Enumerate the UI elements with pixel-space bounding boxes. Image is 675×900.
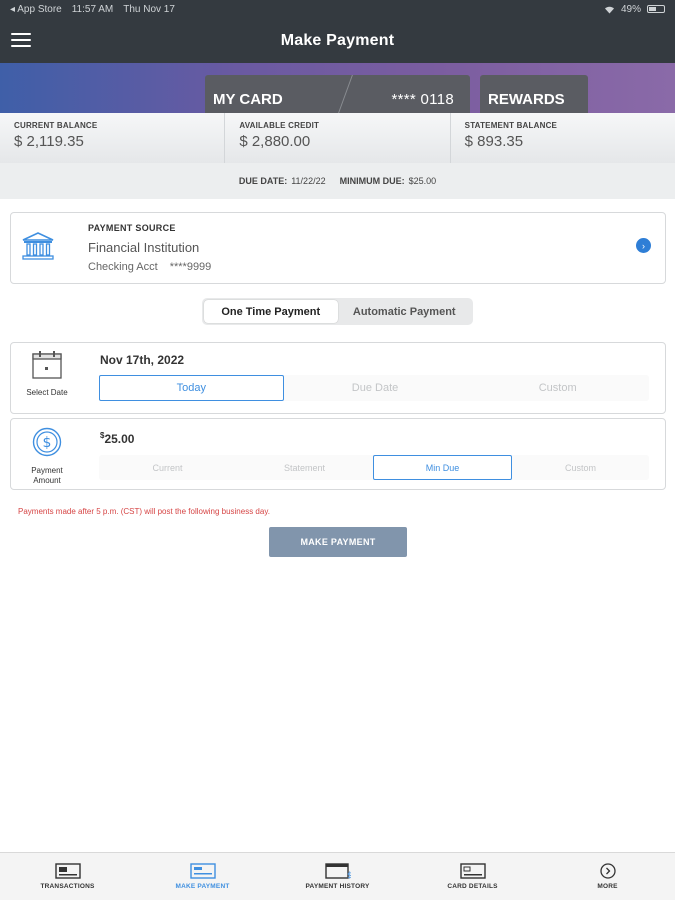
bank-icon (22, 232, 54, 260)
wifi-icon (604, 6, 614, 13)
tab-rewards[interactable]: REWARDS (480, 75, 588, 113)
minimum-due-label: MINIMUM DUE: (339, 176, 405, 186)
card-payment-icon (189, 863, 216, 879)
account-number: ****9999 (169, 261, 212, 273)
chevron-right-icon[interactable]: › (636, 238, 651, 253)
back-to-app-store[interactable]: ◂ App Store (10, 4, 62, 15)
my-card-label: MY CARD (213, 91, 283, 108)
one-time-payment-button[interactable]: One Time Payment (204, 300, 338, 323)
status-time: 11:57 AM (71, 3, 114, 15)
select-date-panel: Select Date Nov 17th, 2022 Today Due Dat… (10, 342, 666, 414)
balance-label: AVAILABLE CREDIT (239, 121, 320, 130)
balances-row: CURRENT BALANCE $ 2,119.35 AVAILABLE CRE… (0, 113, 675, 163)
tab-more[interactable]: MORE (540, 853, 675, 900)
date-option-due-date[interactable]: Due Date (284, 375, 467, 401)
payment-amount-value[interactable]: $25.00 (100, 431, 134, 446)
automatic-payment-button[interactable]: Automatic Payment (338, 300, 472, 323)
dollar-circle-icon: $ (32, 427, 62, 457)
calendar-dollar-icon: $ (324, 863, 351, 879)
balance-value: $ 893.35 (464, 133, 524, 150)
account-type: Checking Acct (88, 261, 158, 273)
minimum-due-value: $25.00 (408, 176, 437, 186)
due-info: DUE DATE: 11/22/22 MINIMUM DUE: $25.00 (0, 163, 675, 199)
bottom-tab-bar: TRANSACTIONS MAKE PAYMENT $ PAYMENT HIST… (0, 852, 675, 900)
amount-option-custom[interactable]: Custom (512, 455, 649, 480)
tab-card-details[interactable]: CARD DETAILS (405, 853, 540, 900)
tab-transactions[interactable]: TRANSACTIONS (0, 853, 135, 900)
payment-source-label: PAYMENT SOURCE (88, 223, 176, 233)
date-option-today[interactable]: Today (99, 375, 284, 401)
svg-text:$: $ (43, 435, 52, 451)
amount-number: 25.00 (104, 432, 135, 446)
balance-value: $ 2,119.35 (14, 133, 84, 150)
payment-amount-caption-1: Payment (31, 466, 63, 475)
amount-option-statement[interactable]: Statement (236, 455, 373, 480)
posting-notice: Payments made after 5 p.m. (CST) will po… (18, 507, 270, 516)
battery-icon (647, 5, 665, 13)
card-number: **** 0118 (391, 91, 454, 108)
tab-divider (338, 75, 353, 113)
amount-option-min-due[interactable]: Min Due (373, 455, 512, 480)
tab-my-card[interactable]: MY CARD **** 0118 (205, 75, 470, 113)
selected-date: Nov 17th, 2022 (100, 353, 185, 367)
payment-amount-panel: $ Payment Amount $25.00 Current Statemen… (10, 418, 666, 490)
status-date: Thu Nov 17 (123, 3, 175, 15)
select-date-caption: Select Date (26, 388, 68, 397)
chevron-circle-icon (599, 863, 616, 879)
balance-label: CURRENT BALANCE (14, 121, 98, 130)
rewards-label: REWARDS (488, 91, 565, 108)
calendar-icon (32, 351, 62, 379)
balance-label: STATEMENT BALANCE (464, 121, 558, 130)
tab-label: PAYMENT HISTORY (305, 883, 370, 890)
tab-label: CARD DETAILS (447, 883, 498, 890)
page-title: Make Payment (280, 31, 395, 49)
due-date-label: DUE DATE: (238, 176, 288, 186)
make-payment-button[interactable]: MAKE PAYMENT (269, 527, 407, 557)
date-option-custom[interactable]: Custom (466, 375, 649, 401)
available-credit: AVAILABLE CREDIT $ 2,880.00 (225, 113, 451, 163)
menu-icon[interactable] (11, 33, 31, 47)
payment-source-panel[interactable]: PAYMENT SOURCE Financial Institution Che… (10, 212, 666, 284)
status-bar: ◂ App Store 11:57 AM Thu Nov 17 49% (0, 0, 675, 18)
institution-name: Financial Institution (88, 240, 200, 255)
amount-options: Current Statement Min Due Custom (99, 455, 649, 480)
card-banner: MY CARD **** 0118 REWARDS (0, 63, 675, 113)
tab-label: MAKE PAYMENT (175, 883, 230, 890)
tab-make-payment[interactable]: MAKE PAYMENT (135, 853, 270, 900)
amount-option-current[interactable]: Current (99, 455, 236, 480)
nav-bar: Make Payment (0, 18, 675, 63)
card-icon (54, 863, 81, 879)
current-balance: CURRENT BALANCE $ 2,119.35 (0, 113, 226, 163)
date-options: Today Due Date Custom (99, 375, 649, 401)
tab-payment-history[interactable]: $ PAYMENT HISTORY (270, 853, 405, 900)
payment-type-toggle: One Time Payment Automatic Payment (202, 298, 473, 325)
card-details-icon (459, 863, 486, 879)
tab-label: MORE (597, 883, 618, 890)
balance-value: $ 2,880.00 (239, 133, 311, 150)
statement-balance: STATEMENT BALANCE $ 893.35 (451, 113, 675, 163)
payment-amount-caption-2: Amount (33, 476, 61, 485)
tab-label: TRANSACTIONS (40, 883, 95, 890)
due-date-value: 11/22/22 (291, 176, 326, 186)
svg-text:$: $ (347, 871, 351, 879)
battery-percent: 49% (620, 3, 641, 15)
